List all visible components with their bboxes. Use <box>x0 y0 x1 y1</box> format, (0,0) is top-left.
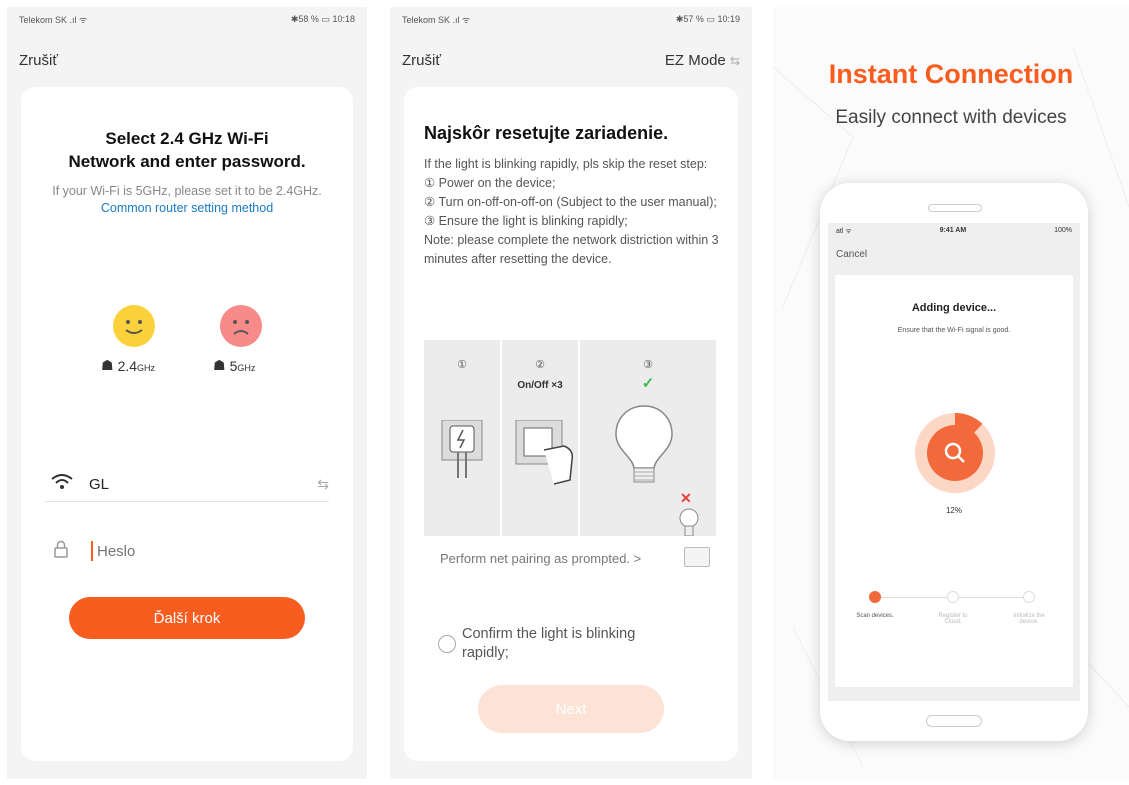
happy-face-icon <box>113 305 155 347</box>
step-label-initialize: Initialize the device. <box>1013 613 1045 625</box>
router-icon: ☗ <box>101 357 114 373</box>
time-label: 10:19 <box>717 13 740 24</box>
adding-device-card: Adding device... Ensure that the Wi-Fi s… <box>835 275 1073 687</box>
reset-card: Najskôr resetujte zariadenie. If the lig… <box>404 87 738 761</box>
confirm-checkbox[interactable] <box>438 635 456 653</box>
promo-screen: Instant Connection Easily connect with d… <box>773 7 1129 779</box>
status-bar: Telekom SK .ıl ᯤ ✱57 % ▭ 10:19 <box>402 12 740 26</box>
step-1-illustration: ① <box>424 340 500 536</box>
wrong-x-icon: ✕ <box>680 490 692 506</box>
instruction-line: Note: please complete the network distri… <box>424 233 719 266</box>
adding-device-heading: Adding device... <box>911 302 997 314</box>
battery-icon: ▭ <box>321 13 330 24</box>
ez-mode-button[interactable]: EZ Mode ⇆ <box>665 52 740 69</box>
page-title: Najskôr resetujte zariadenie. <box>424 123 669 143</box>
promo-subtitle: Easily connect with devices <box>835 107 1067 128</box>
light-bulb-icon <box>614 404 674 495</box>
reset-device-screen: Telekom SK .ıl ᯤ ✱57 % ▭ 10:19 Zrušiť EZ… <box>390 7 752 779</box>
lock-icon <box>45 540 91 563</box>
phone-cancel-button[interactable]: Cancel <box>836 249 867 260</box>
instruction-line: ③ Ensure the light is blinking rapidly; <box>424 214 628 228</box>
check-icon: ✓ <box>641 375 655 392</box>
router-setting-link[interactable]: Common router setting method <box>101 201 273 215</box>
instruction-line: If the light is blinking rapidly, pls sk… <box>424 157 708 171</box>
band-5-unit: GHz <box>237 362 256 373</box>
wifi-select-row[interactable]: GL ⇆ <box>45 467 329 502</box>
small-bulb-icon <box>678 508 700 541</box>
password-row <box>45 534 329 568</box>
hint-text: If your Wi-Fi is 5GHz, please set it to … <box>52 184 322 198</box>
band-5-label: ☗ 5GHz <box>213 357 255 374</box>
phone-screen: atl ᯤ 9:41 AM 100% Cancel Adding device.… <box>828 223 1080 701</box>
sad-face-icon <box>220 305 262 347</box>
progress-label: 12% <box>945 506 962 515</box>
wifi-signal-note: Ensure that the Wi-Fi signal is good. <box>897 327 1011 334</box>
carrier-label: Telekom SK <box>402 14 451 25</box>
switch-network-icon[interactable]: ⇆ <box>317 476 329 493</box>
power-plug-icon <box>438 419 486 485</box>
wifi-hint: If your Wi-Fi is 5GHz, please set it to … <box>41 183 333 217</box>
cancel-button[interactable]: Zrušiť <box>402 52 441 69</box>
wifi-icon <box>45 473 89 495</box>
step-dot-register <box>947 591 959 603</box>
wifi-name: GL <box>89 475 110 493</box>
phone-battery: 100% <box>1054 227 1072 234</box>
next-button[interactable]: Next <box>478 685 664 733</box>
status-bar: Telekom SK .ıl ᯤ ✱58 % ▭ 10:18 <box>19 12 355 26</box>
video-icon[interactable] <box>684 547 710 567</box>
battery-icon: ▭ <box>706 13 715 24</box>
ez-mode-label: EZ Mode <box>664 51 726 69</box>
cancel-button[interactable]: Zrušiť <box>19 52 58 69</box>
switch-press-icon <box>514 419 576 491</box>
step-label-scan: Scan devices. <box>856 613 894 619</box>
text-cursor <box>91 541 93 561</box>
carrier-label: Telekom SK <box>19 14 68 25</box>
nav-bar: Zrušiť EZ Mode ⇆ <box>402 49 740 71</box>
phone-signal-label: atl ᯤ <box>836 228 852 235</box>
phone-mockup: atl ᯤ 9:41 AM 100% Cancel Adding device.… <box>820 183 1088 741</box>
step-2-illustration: ② On/Off ×3 <box>502 340 578 536</box>
step-dot-scan <box>869 591 881 603</box>
step-number: ③ <box>643 359 653 371</box>
battery-label: 58 % <box>298 13 319 24</box>
next-step-button[interactable]: Ďalší krok <box>69 597 305 639</box>
router-icon: ☗ <box>213 357 226 373</box>
phone-home-button <box>926 715 982 727</box>
signal-icon: .ıl ᯤ <box>69 14 88 25</box>
signal-icon: .ıl ᯤ <box>452 14 471 25</box>
step-number: ② <box>535 359 545 371</box>
page-title: Select 2.4 GHz Wi-Fi Network and enter p… <box>68 129 306 171</box>
password-input[interactable] <box>95 541 299 561</box>
switch-mode-icon: ⇆ <box>729 53 740 68</box>
confirm-label[interactable]: Confirm the light is blinking rapidly; <box>462 625 672 663</box>
nav-bar: Zrušiť <box>19 49 355 71</box>
instruction-line: ② Turn on-off-on-off-on (Subject to the … <box>424 195 717 209</box>
phone-time: 9:41 AM <box>939 227 967 234</box>
band-24-unit: GHz <box>137 362 156 373</box>
wifi-card: Select 2.4 GHz Wi-Fi Network and enter p… <box>21 87 353 761</box>
step-dot-initialize <box>1023 591 1035 603</box>
band-24-label: ☗ 2.4GHz <box>101 357 155 374</box>
phone-speaker <box>928 204 982 212</box>
net-pairing-link[interactable]: Perform net pairing as prompted. > <box>440 551 641 566</box>
promo-title: Instant Connection <box>828 59 1074 89</box>
wifi-setup-screen: Telekom SK .ıl ᯤ ✱58 % ▭ 10:18 Zrušiť Se… <box>7 7 367 779</box>
battery-label: 57 % <box>683 13 704 24</box>
step-caption: On/Off ×3 <box>517 380 563 391</box>
reset-instructions: If the light is blinking rapidly, pls sk… <box>424 155 724 269</box>
step-number: ① <box>457 359 467 371</box>
progress-ring <box>915 413 995 493</box>
instruction-line: ① Power on the device; <box>424 176 556 190</box>
time-label: 10:18 <box>332 13 355 24</box>
band-24-value: 2.4 <box>117 357 138 374</box>
step-label-register: Register to Cloud. <box>938 613 968 625</box>
phone-status-bar: atl ᯤ 9:41 AM 100% <box>836 227 1072 236</box>
step-3-illustration: ③ ✓ ✕ <box>580 340 716 537</box>
